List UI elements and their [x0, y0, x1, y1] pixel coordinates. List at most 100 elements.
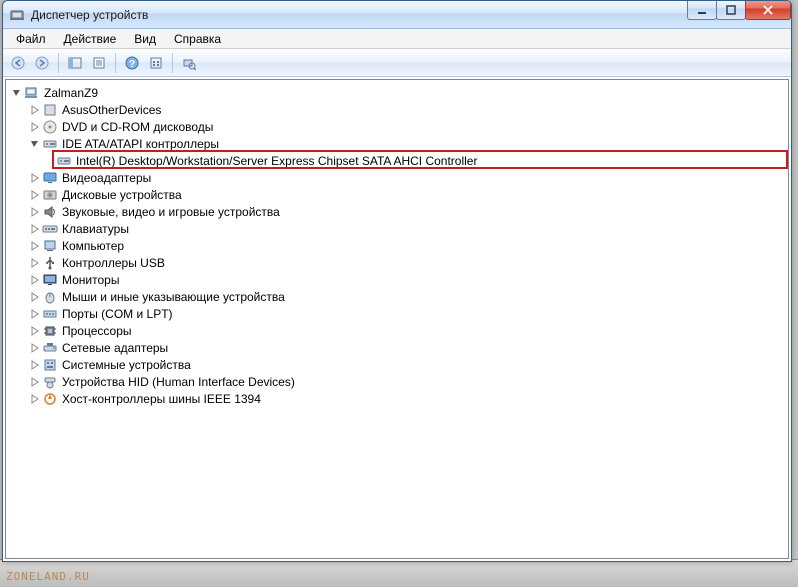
disk-icon: [42, 187, 58, 203]
optical-icon: [42, 119, 58, 135]
tree-root-label: ZalmanZ9: [44, 86, 98, 100]
expand-arrow-icon[interactable]: [28, 239, 42, 253]
storage-icon: [42, 136, 58, 152]
title-bar[interactable]: Диспетчер устройств: [3, 1, 791, 29]
maximize-button[interactable]: [716, 0, 746, 20]
usb-icon: [42, 255, 58, 271]
tree-category[interactable]: Мыши и иные указывающие устройства: [28, 288, 786, 305]
app-icon: [9, 7, 25, 23]
expand-arrow-icon[interactable]: [28, 171, 42, 185]
tree-category[interactable]: Системные устройства: [28, 356, 786, 373]
expand-arrow-icon[interactable]: [28, 222, 42, 236]
system-icon: [42, 357, 58, 373]
tree-category[interactable]: Звуковые, видео и игровые устройства: [28, 203, 786, 220]
expand-arrow-icon[interactable]: [28, 341, 42, 355]
expand-arrow-icon[interactable]: [28, 103, 42, 117]
expand-arrow-icon[interactable]: [28, 273, 42, 287]
help-button[interactable]: ?: [121, 52, 143, 74]
show-hide-tree-button[interactable]: [64, 52, 86, 74]
tree-category[interactable]: DVD и CD-ROM дисководы: [28, 118, 786, 135]
tree-category[interactable]: Контроллеры USB: [28, 254, 786, 271]
expand-arrow-icon[interactable]: [28, 256, 42, 270]
tree-category-label: Компьютер: [62, 239, 124, 253]
expand-arrow-icon[interactable]: [28, 358, 42, 372]
expand-arrow-icon[interactable]: [28, 120, 42, 134]
expand-arrow-icon[interactable]: [10, 86, 24, 100]
tree-category[interactable]: Дисковые устройства: [28, 186, 786, 203]
cpu-icon: [42, 323, 58, 339]
tree-category-label: Мыши и иные указывающие устройства: [62, 290, 285, 304]
desktop-taskbar: [0, 559, 798, 587]
tree-category[interactable]: Порты (COM и LPT): [28, 305, 786, 322]
refresh-button[interactable]: [145, 52, 167, 74]
computer-icon: [42, 238, 58, 254]
display-icon: [42, 170, 58, 186]
keyboard-icon: [42, 221, 58, 237]
computer-icon: [24, 85, 40, 101]
menu-bar: Файл Действие Вид Справка: [3, 29, 791, 49]
watermark: ZONELAND.RU: [6, 570, 90, 583]
tree-category[interactable]: Компьютер: [28, 237, 786, 254]
tree-category-label: AsusOtherDevices: [62, 103, 161, 117]
tree-category[interactable]: Процессоры: [28, 322, 786, 339]
tree-category[interactable]: Видеоадаптеры: [28, 169, 786, 186]
forward-button[interactable]: [31, 52, 53, 74]
tree-category-label: Хост-контроллеры шины IEEE 1394: [62, 392, 261, 406]
window-title: Диспетчер устройств: [31, 8, 148, 22]
tree-category[interactable]: AsusOtherDevices: [28, 101, 786, 118]
toolbar-separator: [58, 53, 59, 73]
menu-help[interactable]: Справка: [165, 30, 230, 48]
tree-root[interactable]: ZalmanZ9: [10, 84, 786, 101]
tree-category-label: IDE ATA/ATAPI контроллеры: [62, 137, 219, 151]
tree-category-label: Системные устройства: [62, 358, 191, 372]
expand-arrow-icon[interactable]: [28, 307, 42, 321]
back-button[interactable]: [7, 52, 29, 74]
tree-category-label: Звуковые, видео и игровые устройства: [62, 205, 280, 219]
properties-button[interactable]: [88, 52, 110, 74]
generic-icon: [42, 102, 58, 118]
toolbar-separator: [172, 53, 173, 73]
collapse-arrow-icon[interactable]: [28, 137, 42, 151]
port-icon: [42, 306, 58, 322]
toolbar: ?: [3, 49, 791, 77]
expand-arrow-icon[interactable]: [28, 375, 42, 389]
tree-category-label: Дисковые устройства: [62, 188, 182, 202]
tree-device-label: Intel(R) Desktop/Workstation/Server Expr…: [76, 154, 477, 168]
hid-icon: [42, 374, 58, 390]
tree-category-label: Порты (COM и LPT): [62, 307, 173, 321]
svg-text:?: ?: [129, 59, 135, 70]
menu-view[interactable]: Вид: [125, 30, 165, 48]
monitor-icon: [42, 272, 58, 288]
menu-action[interactable]: Действие: [55, 30, 126, 48]
tree-category-label: Контроллеры USB: [62, 256, 165, 270]
scan-hardware-button[interactable]: [178, 52, 200, 74]
tree-category-label: Устройства HID (Human Interface Devices): [62, 375, 295, 389]
tree-category-label: Видеоадаптеры: [62, 171, 151, 185]
expand-arrow-icon[interactable]: [28, 188, 42, 202]
menu-file[interactable]: Файл: [7, 30, 55, 48]
tree-category-label: Процессоры: [62, 324, 132, 338]
tree-category[interactable]: IDE ATA/ATAPI контроллеры: [28, 135, 786, 152]
expand-arrow-icon[interactable]: [28, 205, 42, 219]
tree-category[interactable]: Мониторы: [28, 271, 786, 288]
minimize-button[interactable]: [687, 0, 717, 20]
tree-device[interactable]: Intel(R) Desktop/Workstation/Server Expr…: [56, 152, 786, 169]
tree-category-label: Мониторы: [62, 273, 119, 287]
device-tree[interactable]: ZalmanZ9 AsusOtherDevices DVD и CD-ROM д…: [5, 79, 789, 559]
device-manager-window: Диспетчер устройств Файл Действие Вид Сп…: [2, 0, 792, 562]
tree-category[interactable]: Клавиатуры: [28, 220, 786, 237]
tree-category-label: Сетевые адаптеры: [62, 341, 168, 355]
close-button[interactable]: [745, 0, 791, 20]
expand-arrow-icon[interactable]: [28, 392, 42, 406]
tree-category[interactable]: Устройства HID (Human Interface Devices): [28, 373, 786, 390]
toolbar-separator: [115, 53, 116, 73]
firewire-icon: [42, 391, 58, 407]
expand-arrow-icon[interactable]: [28, 290, 42, 304]
tree-category[interactable]: Хост-контроллеры шины IEEE 1394: [28, 390, 786, 407]
expand-arrow-icon[interactable]: [28, 324, 42, 338]
tree-category[interactable]: Сетевые адаптеры: [28, 339, 786, 356]
tree-category-label: DVD и CD-ROM дисководы: [62, 120, 213, 134]
mouse-icon: [42, 289, 58, 305]
sound-icon: [42, 204, 58, 220]
storage-icon: [56, 153, 72, 169]
